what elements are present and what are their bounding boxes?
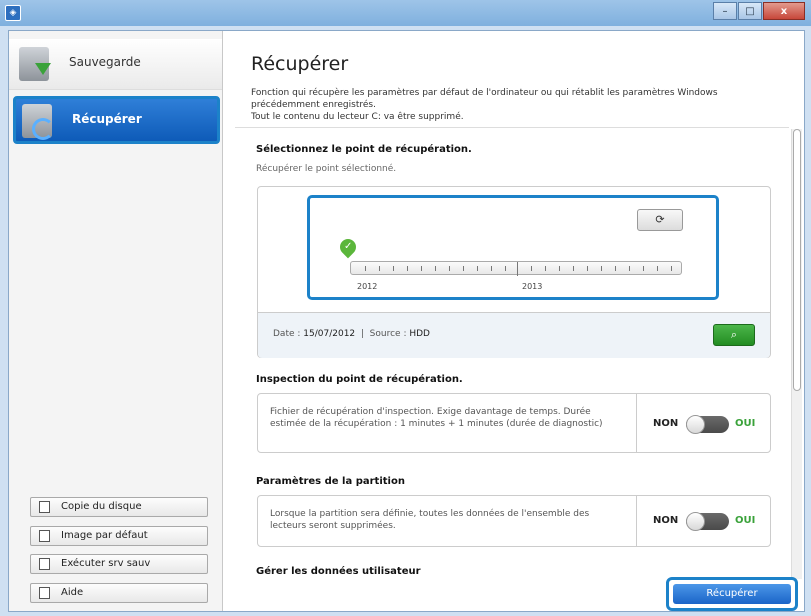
section-subtitle: Récupérer le point sélectionné. [256, 164, 397, 174]
help-button[interactable]: Aide [30, 583, 208, 603]
partition-toggle[interactable] [686, 512, 729, 531]
page-title: Récupérer [251, 53, 349, 75]
section-title: Inspection du point de récupération. [256, 374, 463, 385]
toggle-on-label: OUI [735, 515, 756, 526]
page-description: Fonction qui récupère les paramètres par… [251, 87, 771, 123]
option-divider [636, 496, 637, 546]
help-icon [39, 587, 50, 599]
source-label: Source : [369, 329, 407, 339]
sidebar-item-label: Sauvegarde [69, 55, 141, 69]
toggle-off-label: NON [653, 418, 679, 429]
minimize-button[interactable]: – [713, 2, 737, 20]
section-title: Sélectionnez le point de récupération. [256, 144, 472, 155]
source-value: HDD [409, 329, 430, 339]
section-title: Gérer les données utilisateur [256, 566, 421, 577]
button-label: Copie du disque [61, 501, 142, 512]
date-value: 15/07/2012 [303, 329, 356, 339]
description-line: Tout le contenu du lecteur C: va être su… [251, 112, 464, 122]
button-label: Aide [61, 587, 84, 598]
content-scroll-area: Sélectionnez le point de récupération. R… [235, 127, 789, 580]
timeline-year: 2013 [522, 282, 543, 291]
app-window: Sauvegarde Récupérer Copie du disque Ima… [8, 30, 805, 612]
option-divider [636, 394, 637, 452]
backup-icon [19, 47, 51, 81]
default-image-button[interactable]: Image par défaut [30, 526, 208, 546]
copy-disk-button[interactable]: Copie du disque [30, 497, 208, 517]
sidebar-item-recuperer[interactable]: Récupérer [13, 96, 220, 144]
copy-disk-icon [39, 501, 50, 513]
option-text: Fichier de récupération d'inspection. Ex… [270, 407, 603, 429]
button-label: Exécuter srv sauv [61, 558, 151, 569]
recover-button-highlight: Récupérer [666, 577, 798, 611]
section-title: Paramètres de la partition [256, 476, 405, 487]
timeline-footer: Date : 15/07/2012 | Source : HDD ⌕ [258, 312, 770, 358]
option-text: Lorsque la partition sera définie, toute… [270, 509, 590, 531]
restore-point-timeline: ⟳ ✓ 2012 2013 Date : 15/07/2012 | Source… [257, 186, 771, 358]
button-label: Image par défaut [61, 530, 148, 541]
recover-button[interactable]: Récupérer [673, 584, 791, 604]
timeline-slider[interactable] [350, 261, 682, 276]
refresh-point-button[interactable]: ⟳ [637, 209, 683, 231]
run-server-icon [39, 558, 50, 570]
scrollbar[interactable] [791, 129, 802, 579]
toggle-on-label: OUI [735, 418, 756, 429]
inspection-toggle[interactable] [686, 415, 729, 434]
run-server-button[interactable]: Exécuter srv sauv [30, 554, 208, 574]
toggle-off-label: NON [653, 515, 679, 526]
sidebar-item-label: Récupérer [72, 112, 142, 126]
inspection-option: Fichier de récupération d'inspection. Ex… [257, 393, 771, 453]
scrollbar-thumb[interactable] [793, 129, 801, 391]
maximize-button[interactable]: □ [738, 2, 762, 20]
main-panel: Récupérer Fonction qui récupère les para… [223, 31, 804, 611]
refresh-icon: ⟳ [655, 213, 665, 226]
sidebar-item-sauvegarde[interactable]: Sauvegarde [9, 39, 222, 90]
sidebar: Sauvegarde Récupérer Copie du disque Ima… [9, 31, 223, 611]
default-image-icon [39, 530, 50, 542]
view-point-button[interactable]: ⌕ [713, 324, 755, 346]
timeline-year: 2012 [357, 282, 378, 291]
check-icon: ✓ [344, 241, 353, 252]
restore-point-info: Date : 15/07/2012 | Source : HDD [273, 329, 430, 339]
title-bar: ◈ – □ x [0, 0, 811, 26]
date-label: Date : [273, 329, 301, 339]
info-separator: | [360, 329, 364, 339]
description-line: Fonction qui récupère les paramètres par… [251, 88, 718, 110]
magnifier-icon: ⌕ [730, 328, 738, 341]
close-button[interactable]: x [763, 2, 805, 20]
restore-icon [22, 104, 54, 140]
partition-option: Lorsque la partition sera définie, toute… [257, 495, 771, 547]
app-icon: ◈ [5, 5, 21, 21]
